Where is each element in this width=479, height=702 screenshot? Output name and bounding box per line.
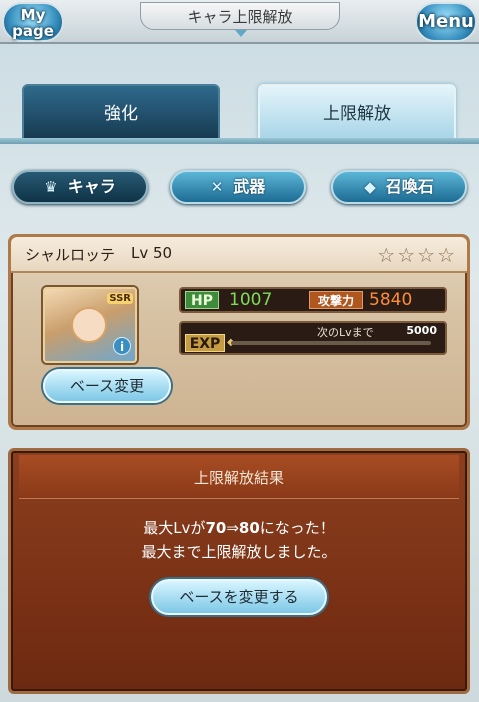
character-name: シャルロッテ: [25, 246, 116, 264]
sword-icon: ✕: [210, 178, 224, 196]
tab-limit-break[interactable]: 上限解放: [258, 84, 456, 140]
exp-label: EXP: [185, 334, 225, 352]
category-summon-button[interactable]: ◆ 召喚石: [331, 170, 467, 204]
tab-power-up[interactable]: 強化: [22, 84, 220, 140]
character-portrait[interactable]: SSR i: [43, 287, 137, 363]
max-lv-from: 70: [205, 519, 227, 537]
hp-value: 1007: [229, 290, 273, 310]
category-weapon-button[interactable]: ✕ 武器: [170, 170, 306, 204]
exp-progress-bar: [231, 341, 431, 345]
result-title: 上限解放結果: [193, 469, 284, 487]
chara-icon: ♛: [44, 178, 58, 196]
attack-value: 5840: [369, 290, 413, 310]
exp-box: EXP 次のLvまで 5000 ◆: [179, 321, 447, 355]
result-message-2: 最大まで上限解放しました。: [141, 543, 337, 561]
stats-box: HP 1007 攻撃力 5840: [179, 287, 447, 313]
info-icon[interactable]: i: [113, 337, 131, 355]
category-weapon-label: 武器: [233, 177, 266, 196]
character-name-bar: シャルロッテ Lv 50 ☆☆☆☆: [11, 237, 467, 273]
summon-crystal-icon: ◆: [364, 178, 376, 196]
character-panel: シャルロッテ Lv 50 ☆☆☆☆ SSR i HP 1007 攻撃力 5840…: [8, 234, 470, 430]
ssr-badge: SSR: [107, 293, 133, 304]
tab-underline: [0, 138, 479, 144]
max-lv-prefix: 最大Lvが: [143, 519, 206, 537]
max-lv-to: 80: [238, 519, 260, 537]
character-level: Lv 50: [131, 244, 173, 262]
result-header: 上限解放結果: [19, 455, 459, 499]
category-chara-button[interactable]: ♛ キャラ: [12, 170, 148, 204]
category-chara-label: キャラ: [67, 177, 116, 196]
page-title: キャラ上限解放: [140, 2, 340, 37]
base-change-button[interactable]: ベース変更: [43, 369, 171, 403]
portrait-face: [71, 307, 107, 343]
change-base-button[interactable]: ベースを変更する: [151, 579, 327, 615]
arrow-icon: ⇒: [226, 519, 239, 537]
header-bar: My page キャラ上限解放 Menu: [0, 0, 479, 44]
result-message-1: 最大Lvが70⇒80になった！: [11, 517, 467, 538]
max-lv-suffix: になった！: [259, 519, 335, 537]
exp-next-value: 5000: [406, 324, 437, 337]
attack-label: 攻撃力: [309, 291, 363, 309]
category-summon-label: 召喚石: [385, 177, 434, 196]
rarity-stars-icon: ☆☆☆☆: [377, 243, 457, 267]
hp-label: HP: [185, 291, 219, 309]
mypage-button[interactable]: My page: [2, 2, 64, 42]
exp-next-label: 次のLvまで: [317, 326, 374, 339]
result-panel: 上限解放結果 最大Lvが70⇒80になった！ 最大まで上限解放しました。 ベース…: [8, 448, 470, 694]
menu-button[interactable]: Menu: [415, 2, 477, 42]
mypage-label-line2: page: [12, 22, 54, 40]
